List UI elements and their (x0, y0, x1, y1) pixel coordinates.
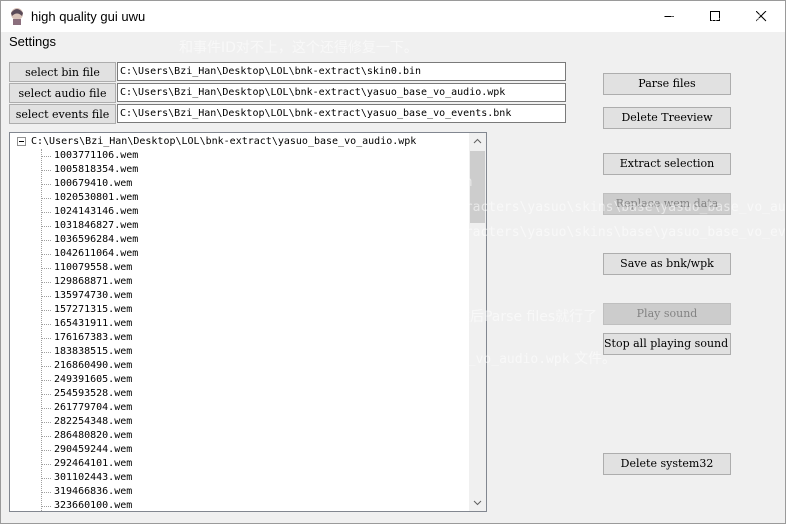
select-bin-button[interactable]: select bin file (9, 62, 116, 82)
tree-connector (42, 408, 51, 409)
tree-connector (42, 226, 51, 227)
tree-item-label: 1020530801.wem (54, 192, 139, 203)
tree-item-label: 1005818354.wem (54, 164, 139, 175)
play-sound-button[interactable]: Play sound (603, 303, 731, 325)
anime-avatar-icon (11, 8, 23, 25)
tree-connector (42, 352, 51, 353)
collapse-icon[interactable] (17, 137, 26, 146)
scroll-thumb[interactable] (470, 151, 485, 223)
tree-connector (42, 184, 51, 185)
tree-item-label: 100679410.wem (54, 178, 133, 189)
extract-selection-button[interactable]: Extract selection (603, 153, 731, 175)
tree-item-label: 1042611064.wem (54, 248, 139, 259)
tree-item-label: 157271315.wem (54, 304, 133, 315)
tree-connector (42, 324, 51, 325)
title-bar[interactable]: high quality gui uwu (1, 1, 785, 32)
tree-connector (42, 282, 51, 283)
minimize-icon (664, 16, 674, 17)
tree-item-label: 323660100.wem (54, 500, 133, 511)
bin-path-field[interactable]: C:\Users\Bzi_Han\Desktop\LOL\bnk-extract… (117, 62, 566, 81)
tree-item-label: 1024143146.wem (54, 206, 139, 217)
audio-path-field[interactable]: C:\Users\Bzi_Han\Desktop\LOL\bnk-extract… (117, 83, 566, 102)
tree-connector (42, 450, 51, 451)
tree-connector (42, 198, 51, 199)
close-icon (756, 11, 767, 22)
close-button[interactable] (739, 1, 785, 32)
tree-connector (42, 478, 51, 479)
chevron-up-icon (473, 138, 482, 144)
tree-item-label: 110079558.wem (54, 262, 133, 273)
tree-item-label: 183838515.wem (54, 346, 133, 357)
tree-connector (42, 240, 51, 241)
tree-item-label: 292464101.wem (54, 458, 133, 469)
tree-item-label: 176167383.wem (54, 332, 133, 343)
tree-connector (42, 156, 51, 157)
tree-connector (42, 492, 51, 493)
delete-system32-button[interactable]: Delete system32 (603, 453, 731, 475)
tree-item-label: 301102443.wem (54, 472, 133, 483)
tree-item-label: 129868871.wem (54, 276, 133, 287)
scroll-down-button[interactable] (469, 494, 486, 511)
tree-connector (42, 464, 51, 465)
tree-connector (42, 170, 51, 171)
tree-item-label: 1031846827.wem (54, 220, 139, 231)
tree-connector (42, 338, 51, 339)
tree-item-label: 135974730.wem (54, 290, 133, 301)
tree-connector (42, 380, 51, 381)
tree-root-label: C:\Users\Bzi_Han\Desktop\LOL\bnk-extract… (31, 136, 417, 147)
save-bnk-wpk-button[interactable]: Save as bnk/wpk (603, 253, 731, 275)
tree-item-label: 1036596284.wem (54, 234, 139, 245)
tree-item-label: 165431911.wem (54, 318, 133, 329)
maximize-icon (710, 11, 720, 21)
tree-connector (42, 212, 51, 213)
tree-connector (42, 422, 51, 423)
tree-item-label: 1003771106.wem (54, 150, 139, 161)
chevron-down-icon (473, 500, 482, 506)
tree-scrollbar[interactable] (469, 133, 486, 511)
tree-connector (42, 394, 51, 395)
tree-connector (42, 310, 51, 311)
scroll-up-button[interactable] (469, 133, 486, 150)
tree-item-label: 282254348.wem (54, 416, 133, 427)
tree-item-label: 216860490.wem (54, 360, 133, 371)
tree-connector (42, 506, 51, 507)
maximize-button[interactable] (693, 1, 739, 32)
events-path-field[interactable]: C:\Users\Bzi_Han\Desktop\LOL\bnk-extract… (117, 104, 566, 123)
menu-bar: Settings (1, 32, 785, 54)
settings-menu[interactable]: Settings (9, 34, 56, 49)
app-window: high quality gui uwu Settings select bin… (0, 0, 786, 524)
tree-item-label: 286480820.wem (54, 430, 133, 441)
window-title: high quality gui uwu (31, 9, 146, 24)
tree-item-label: 254593528.wem (54, 388, 133, 399)
select-events-button[interactable]: select events file (9, 104, 116, 124)
tree-item-label: 319466836.wem (54, 486, 133, 497)
tree-connector (42, 436, 51, 437)
tree-connector (42, 254, 51, 255)
tree-item-label: 249391605.wem (54, 374, 133, 385)
tree-connector (42, 296, 51, 297)
tree-guide-line (41, 149, 42, 511)
parse-files-button[interactable]: Parse files (603, 73, 731, 95)
stop-sound-button[interactable]: Stop all playing sound (603, 333, 731, 355)
tree-connector (42, 268, 51, 269)
select-audio-button[interactable]: select audio file (9, 83, 116, 103)
replace-wem-button[interactable]: Replace wem data (603, 193, 731, 215)
tree-item-label: 261779704.wem (54, 402, 133, 413)
delete-treeview-button[interactable]: Delete Treeview (603, 107, 731, 129)
tree-item-label: 290459244.wem (54, 444, 133, 455)
file-treeview[interactable]: C:\Users\Bzi_Han\Desktop\LOL\bnk-extract… (9, 132, 487, 512)
tree-connector (42, 366, 51, 367)
minimize-button[interactable] (647, 1, 693, 32)
